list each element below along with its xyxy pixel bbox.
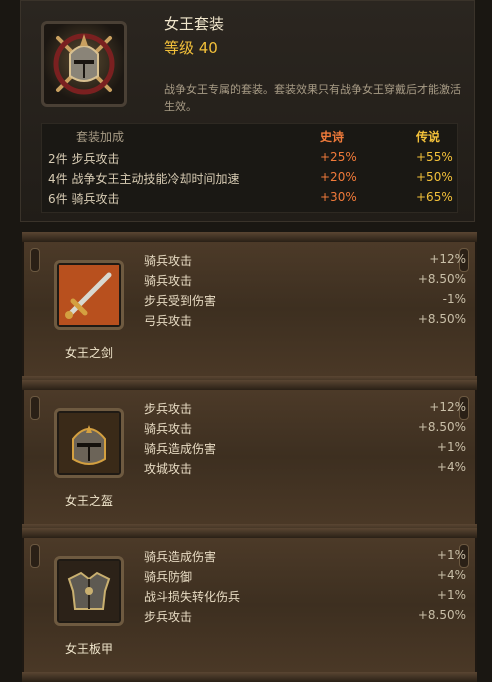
card-pin xyxy=(30,248,40,272)
bonus-name: 2件 步兵攻击 xyxy=(48,152,120,166)
item-stat: 步兵受到伤害 -1% xyxy=(144,292,466,310)
bonus-row: 6件 骑兵攻击 +30% +65% xyxy=(42,190,457,208)
stat-value: +4% xyxy=(436,568,466,582)
stat-name: 骑兵攻击 xyxy=(144,422,193,436)
stat-name: 骑兵攻击 xyxy=(144,274,193,288)
item-stat: 骑兵攻击 +8.50% xyxy=(144,420,466,438)
bonus-epic-value: +25% xyxy=(320,150,357,164)
stat-value: +1% xyxy=(436,440,466,454)
stat-name: 弓兵攻击 xyxy=(144,314,193,328)
stat-value: +12% xyxy=(429,400,466,414)
item-name: 女王之盔 xyxy=(64,494,113,508)
item-stat: 骑兵攻击 +8.50% xyxy=(144,272,466,290)
item-card-helmet[interactable]: 女王之盔 步兵攻击 +12% 骑兵攻击 +8.50% 骑兵造成伤害 +1% 攻城攻击 +… xyxy=(22,380,477,534)
stat-name: 骑兵防御 xyxy=(144,570,193,584)
item-card-armor[interactable]: 女王板甲 骑兵造成伤害 +1% 骑兵防御 +4% 战斗损失转化伤兵 +1% 步兵攻击 +… xyxy=(22,528,477,682)
item-stat: 攻城攻击 +4% xyxy=(144,460,466,478)
stat-name: 骑兵造成伤害 xyxy=(144,550,217,564)
stat-value: +1% xyxy=(436,588,466,602)
sword-icon xyxy=(54,260,124,330)
bonus-header-legendary: 传说 xyxy=(416,130,441,144)
stat-name: 步兵受到伤害 xyxy=(144,294,217,308)
bonus-row: 4件 战争女王主动技能冷却时间加速 +20% +50% xyxy=(42,170,457,188)
card-pin xyxy=(30,396,40,420)
stat-value: +1% xyxy=(436,548,466,562)
set-info-panel: 女王套装 等级 40 战争女王专属的套装。套装效果只有战争女王穿戴后才能激活生效… xyxy=(20,0,475,222)
stat-name: 骑兵攻击 xyxy=(144,254,193,268)
bonus-name: 4件 战争女王主动技能冷却时间加速 xyxy=(48,172,240,186)
knight-helmet-crest-icon xyxy=(41,21,127,107)
item-stat: 骑兵造成伤害 +1% xyxy=(144,548,466,566)
bonus-legendary-value: +65% xyxy=(416,190,453,204)
bonus-header-name: 套装加成 xyxy=(76,130,125,144)
stat-name: 战斗损失转化伤兵 xyxy=(144,590,241,604)
bonus-name: 6件 骑兵攻击 xyxy=(48,192,120,206)
item-stat: 骑兵造成伤害 +1% xyxy=(144,440,466,458)
bonus-epic-value: +20% xyxy=(320,170,357,184)
item-stat: 弓兵攻击 +8.50% xyxy=(144,312,466,330)
bonus-header-epic: 史诗 xyxy=(320,130,345,144)
card-pin xyxy=(30,544,40,568)
item-name: 女王板甲 xyxy=(64,642,113,656)
stat-value: +8.50% xyxy=(417,312,466,326)
stat-value: +8.50% xyxy=(417,272,466,286)
bonus-table-header: 套装加成 史诗 传说 xyxy=(42,128,457,146)
bonus-legendary-value: +55% xyxy=(416,150,453,164)
item-stat: 战斗损失转化伤兵 +1% xyxy=(144,588,466,606)
stat-value: +12% xyxy=(429,252,466,266)
chest-armor-icon xyxy=(54,556,124,626)
item-card-sword[interactable]: 女王之剑 骑兵攻击 +12% 骑兵攻击 +8.50% 步兵受到伤害 -1% 弓兵攻击 +… xyxy=(22,232,477,386)
bonus-row: 2件 步兵攻击 +25% +55% xyxy=(42,150,457,168)
stat-name: 步兵攻击 xyxy=(144,610,193,624)
item-stat: 步兵攻击 +8.50% xyxy=(144,608,466,626)
stat-value: +8.50% xyxy=(417,420,466,434)
item-stat: 步兵攻击 +12% xyxy=(144,400,466,418)
item-stat: 骑兵攻击 +12% xyxy=(144,252,466,270)
stat-value: -1% xyxy=(442,292,466,306)
bonus-legendary-value: +50% xyxy=(416,170,453,184)
stat-name: 步兵攻击 xyxy=(144,402,193,416)
stat-value: +4% xyxy=(436,460,466,474)
stat-value: +8.50% xyxy=(417,608,466,622)
set-level: 等级 40 xyxy=(164,39,218,57)
item-stat: 骑兵防御 +4% xyxy=(144,568,466,586)
set-description: 战争女王专属的套装。套装效果只有战争女王穿戴后才能激活生效。 xyxy=(164,83,461,113)
bonus-epic-value: +30% xyxy=(320,190,357,204)
stat-name: 攻城攻击 xyxy=(144,462,193,476)
stat-name: 骑兵造成伤害 xyxy=(144,442,217,456)
set-bonus-table: 套装加成 史诗 传说 2件 步兵攻击 +25% +55% 4件 战争女王主动技能… xyxy=(41,123,458,213)
set-title: 女王套装 xyxy=(164,15,225,33)
helmet-icon xyxy=(54,408,124,478)
item-name: 女王之剑 xyxy=(64,346,113,360)
